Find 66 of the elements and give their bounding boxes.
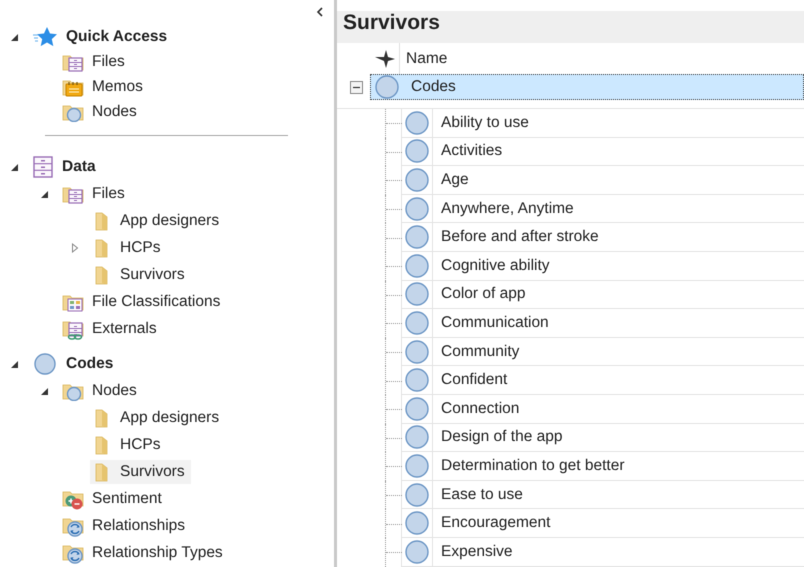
node-icon <box>403 540 431 564</box>
tree-item[interactable]: Survivors <box>90 460 191 484</box>
tree-item[interactable]: App designers <box>90 406 226 430</box>
circle-icon <box>32 352 58 374</box>
code-row[interactable]: Determination to get better <box>401 452 804 481</box>
node-icon <box>403 511 431 536</box>
collapse-arrow-icon[interactable] <box>10 162 20 172</box>
code-row[interactable]: Color of app <box>401 280 804 310</box>
collapse-icon[interactable] <box>350 80 363 94</box>
tree-item[interactable]: File Classifications <box>60 290 226 314</box>
code-row[interactable]: Design of the app <box>401 424 804 452</box>
node-icon <box>403 368 431 392</box>
code-row[interactable]: Cognitive ability <box>401 252 804 281</box>
code-row[interactable]: Expensive <box>401 538 804 566</box>
code-row[interactable]: Ease to use <box>401 480 804 510</box>
collapse-arrow-icon[interactable] <box>10 32 20 42</box>
code-row[interactable]: Community <box>401 338 804 366</box>
tree-item[interactable]: Nodes <box>60 378 143 402</box>
code-row[interactable]: Activities <box>401 138 804 166</box>
node-icon <box>403 196 431 221</box>
star-icon <box>32 26 58 48</box>
collapse-arrow-icon[interactable] <box>40 188 50 198</box>
node-icon <box>403 168 431 192</box>
tree-item[interactable]: Sentiment <box>60 486 168 512</box>
node-icon <box>403 225 431 250</box>
tree-item[interactable]: HCPs <box>90 432 166 456</box>
tree-item[interactable]: HCPs <box>90 236 166 260</box>
tree-item[interactable]: Memos <box>60 74 149 98</box>
node-icon <box>373 75 401 99</box>
cabinet-icon <box>32 156 54 178</box>
code-row[interactable]: Connection <box>401 394 804 424</box>
code-row[interactable]: Encouragement <box>401 509 804 538</box>
node-icon <box>403 396 431 421</box>
node-icon <box>403 340 431 364</box>
node-icon <box>403 139 431 164</box>
node-icon <box>403 110 431 135</box>
node-icon <box>403 425 431 450</box>
tree-item[interactable]: Externals <box>60 316 163 342</box>
node-icon <box>403 254 431 278</box>
tree-item[interactable]: Data <box>30 154 102 180</box>
code-row[interactable]: Ability to use <box>401 109 804 138</box>
expand-arrow-icon[interactable] <box>70 242 80 252</box>
tree-item[interactable]: Files <box>60 50 131 74</box>
code-row[interactable]: Communication <box>401 309 804 338</box>
node-icon <box>403 282 431 306</box>
tree-item[interactable]: Nodes <box>60 100 143 124</box>
column-header[interactable]: Name <box>400 43 448 74</box>
tree-item[interactable]: Quick Access <box>30 24 174 50</box>
collapse-arrow-icon[interactable] <box>10 358 20 368</box>
tree-item[interactable]: Relationship Types <box>60 540 229 566</box>
code-row[interactable]: Age <box>401 166 804 195</box>
chevron-icon[interactable] <box>316 7 324 17</box>
code-row[interactable]: Anywhere, Anytime <box>401 194 804 224</box>
node-icon <box>403 454 431 478</box>
tree-item[interactable]: Codes <box>30 350 120 376</box>
tree-item[interactable]: Files <box>60 182 131 206</box>
node-icon <box>403 482 431 507</box>
tree-item[interactable]: Survivors <box>90 262 191 286</box>
node-icon <box>403 310 431 335</box>
tree-item[interactable]: App designers <box>90 208 226 232</box>
code-row[interactable]: Codes <box>370 74 804 100</box>
pane-title: Survivors <box>337 11 804 43</box>
code-row[interactable]: Confident <box>401 366 804 395</box>
code-row[interactable]: Before and after stroke <box>401 223 804 252</box>
tree-item[interactable]: Relationships <box>60 512 192 538</box>
collapse-arrow-icon[interactable] <box>40 386 50 396</box>
